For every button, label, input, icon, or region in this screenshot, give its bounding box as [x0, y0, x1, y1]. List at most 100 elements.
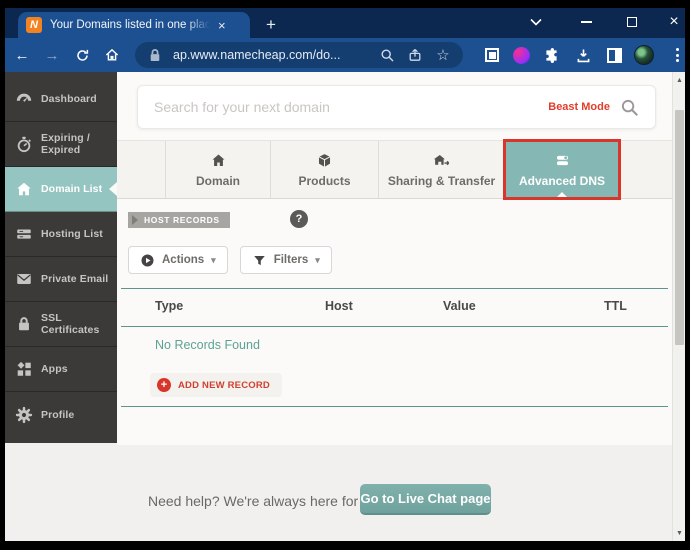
- red-annotation-box: [503, 139, 621, 200]
- filters-button[interactable]: Filters ▾: [240, 246, 332, 274]
- profile-avatar[interactable]: [634, 45, 654, 65]
- sidebar-item-ssl-certificates[interactable]: SSL Certificates: [5, 302, 117, 347]
- browser-tab-strip: N Your Domains listed in one place × + ×: [5, 8, 685, 38]
- active-tab-caret: [556, 192, 568, 198]
- tab-domain[interactable]: Domain: [165, 141, 270, 198]
- back-button[interactable]: ←: [9, 42, 35, 68]
- house-icon: [210, 152, 227, 169]
- sidebar-item-hosting-list[interactable]: Hosting List: [5, 212, 117, 257]
- column-header-host: Host: [325, 299, 353, 313]
- chevron-down-icon: ▾: [211, 255, 216, 266]
- footer-help-text: Need help? We're always here for you.: [148, 493, 389, 509]
- search-icon[interactable]: [620, 98, 639, 117]
- live-chat-button[interactable]: Go to Live Chat page: [360, 484, 491, 515]
- plus-circle-icon: +: [157, 378, 171, 392]
- domain-search-box: Beast Mode: [137, 85, 656, 129]
- cube-icon: [316, 152, 333, 169]
- sidebar-item-private-email[interactable]: Private Email: [5, 257, 117, 302]
- sidebar-item-apps[interactable]: Apps: [5, 347, 117, 392]
- window-minimize-button[interactable]: [575, 8, 597, 36]
- tab-title: Your Domains listed in one place: [50, 19, 210, 31]
- dns-server-icon: [554, 152, 571, 169]
- side-panel-icon[interactable]: [604, 45, 624, 65]
- tab-label: Advanced DNS: [519, 174, 605, 188]
- domain-tabs-row: Domain Products Sharing & Transfer Advan…: [117, 140, 672, 199]
- sidebar-item-label: SSL Certificates: [41, 312, 117, 336]
- column-header-ttl: TTL: [604, 299, 627, 313]
- table-actions-row: Actions ▾ Filters ▾: [128, 246, 332, 274]
- beast-mode-toggle[interactable]: Beast Mode: [548, 101, 610, 113]
- downloads-icon[interactable]: [573, 45, 593, 65]
- lock-icon: [145, 48, 165, 62]
- gear-icon: [15, 406, 33, 424]
- tabs-filler: [619, 141, 672, 198]
- add-new-record-button[interactable]: + ADD NEW RECORD: [150, 373, 282, 397]
- gauge-icon: [15, 90, 33, 108]
- window-maximize-button[interactable]: [621, 8, 643, 36]
- button-label: Filters: [274, 254, 309, 266]
- envelope-icon: [15, 270, 33, 288]
- scroll-down-arrow-icon[interactable]: ▼: [673, 527, 685, 539]
- screenshot-extension-icon[interactable]: [482, 45, 502, 65]
- tab-label: Products: [298, 174, 350, 188]
- table-divider: [121, 326, 668, 327]
- url-text: ap.www.namecheap.com/do...: [173, 48, 369, 62]
- window-chevron-down-icon[interactable]: [525, 8, 547, 36]
- active-item-notch: [109, 182, 117, 196]
- bookmark-star-icon[interactable]: ☆: [433, 46, 453, 64]
- main-panel: Beast Mode Domain Products Sharing & Tra…: [117, 72, 672, 445]
- browser-tab[interactable]: N Your Domains listed in one place ×: [18, 12, 250, 38]
- sidebar-item-label: Expiring / Expired: [41, 132, 117, 156]
- new-tab-button[interactable]: +: [260, 14, 282, 36]
- apps-grid-icon: [15, 360, 33, 378]
- help-icon[interactable]: ?: [290, 210, 308, 228]
- sidebar-item-label: Profile: [41, 409, 74, 421]
- window-close-button[interactable]: ×: [663, 8, 685, 36]
- sidebar-item-label: Hosting List: [41, 228, 103, 240]
- lock-icon: [15, 315, 33, 333]
- scroll-up-arrow-icon[interactable]: ▲: [673, 74, 685, 86]
- browser-toolbar: ← → ap.www.namecheap.com/do... ☆: [5, 38, 685, 72]
- ribbon-arrow-icon: [132, 215, 138, 225]
- address-bar[interactable]: ap.www.namecheap.com/do... ☆: [135, 42, 463, 68]
- tab-close-icon[interactable]: ×: [218, 19, 226, 32]
- table-divider: [121, 288, 668, 289]
- refresh-button[interactable]: [69, 42, 95, 68]
- sidebar-item-dashboard[interactable]: Dashboard: [5, 77, 117, 122]
- tab-label: Sharing & Transfer: [388, 174, 495, 188]
- namecheap-favicon-icon: N: [26, 17, 42, 33]
- screenshot-frame: N Your Domains listed in one place × + ×…: [0, 0, 690, 550]
- extensions-puzzle-icon[interactable]: [541, 45, 561, 65]
- house-icon: [15, 180, 33, 198]
- sidebar-item-label: Apps: [41, 363, 68, 375]
- tab-sharing-transfer[interactable]: Sharing & Transfer: [378, 141, 504, 198]
- tab-products[interactable]: Products: [270, 141, 378, 198]
- zoom-search-icon[interactable]: [377, 47, 397, 63]
- funnel-icon: [252, 253, 267, 268]
- server-icon: [15, 225, 33, 243]
- share-icon[interactable]: [405, 47, 425, 63]
- sidebar-item-profile[interactable]: Profile: [5, 392, 117, 437]
- play-circle-icon: [140, 253, 155, 268]
- forward-button[interactable]: →: [39, 42, 65, 68]
- house-arrow-icon: [433, 152, 450, 169]
- column-header-type: Type: [155, 299, 183, 313]
- scrollbar-thumb[interactable]: [675, 110, 684, 345]
- button-label: Actions: [162, 254, 204, 266]
- actions-button[interactable]: Actions ▾: [128, 246, 228, 274]
- page-scrollbar[interactable]: ▲ ▼: [672, 72, 685, 541]
- tab-advanced-dns[interactable]: Advanced DNS: [504, 141, 619, 198]
- page-viewport: Dashboard Expiring / Expired Domain List…: [5, 72, 685, 541]
- domain-search-input[interactable]: [154, 99, 538, 115]
- sidebar-item-label: Private Email: [41, 273, 108, 285]
- button-label: ADD NEW RECORD: [178, 380, 270, 391]
- browser-menu-icon[interactable]: [667, 45, 687, 65]
- empty-table-message: No Records Found: [155, 338, 260, 352]
- tab-label: Domain: [196, 174, 240, 188]
- sidebar-item-expiring-expired[interactable]: Expiring / Expired: [5, 122, 117, 167]
- chevron-down-icon: ▾: [315, 255, 320, 266]
- purple-extension-icon[interactable]: [511, 45, 531, 65]
- sidebar-item-label: Domain List: [41, 183, 102, 195]
- sidebar-item-domain-list[interactable]: Domain List: [5, 167, 117, 212]
- home-button[interactable]: [99, 42, 125, 68]
